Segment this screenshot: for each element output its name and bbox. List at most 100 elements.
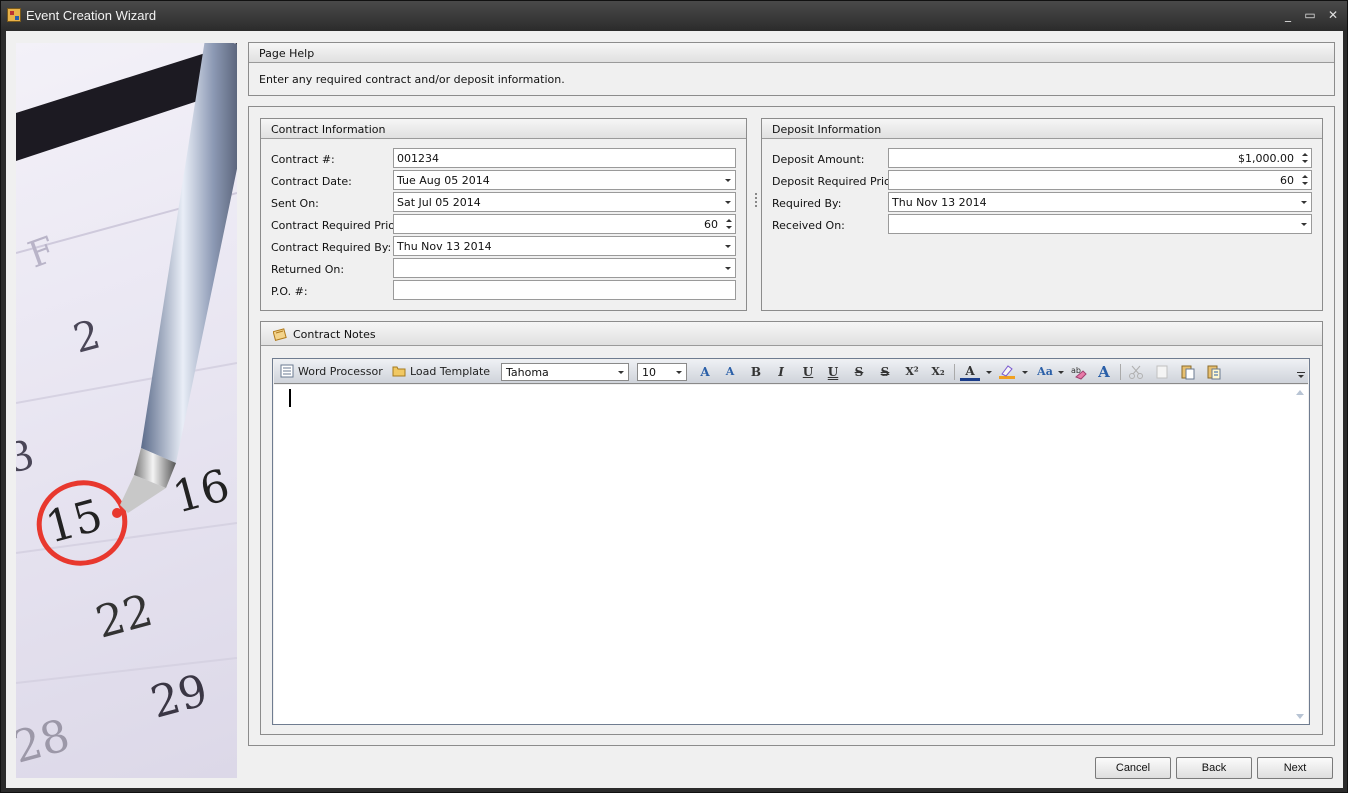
calendar-number-2: 2 — [69, 312, 105, 363]
font-size-value: 10 — [642, 366, 656, 379]
contract-date-picker[interactable]: Tue Aug 05 2014 — [393, 170, 736, 190]
paste-icon[interactable] — [1180, 364, 1196, 380]
required-by-picker[interactable]: Thu Nov 13 2014 — [888, 192, 1312, 212]
panel-splitter[interactable] — [754, 107, 758, 319]
font-dialog-icon[interactable]: A — [1094, 364, 1114, 380]
font-color-icon[interactable]: A — [960, 364, 980, 381]
cut-icon[interactable] — [1128, 364, 1144, 380]
contract-required-by-picker[interactable]: Thu Nov 13 2014 — [393, 236, 736, 256]
deposit-information-group: Deposit Information Deposit Amount: $1,0… — [761, 118, 1323, 311]
double-strikethrough-icon[interactable]: S — [875, 364, 895, 380]
contract-required-by-value: Thu Nov 13 2014 — [397, 240, 492, 253]
change-case-icon[interactable]: Aa — [1032, 364, 1058, 380]
spin-arrows-icon[interactable] — [1301, 150, 1309, 166]
window-title: Event Creation Wizard — [26, 8, 157, 23]
chevron-down-icon[interactable] — [725, 179, 731, 182]
chevron-down-icon[interactable] — [986, 371, 992, 374]
contract-notes-group: Contract Notes Word Processor Load Templ… — [260, 321, 1323, 735]
close-icon[interactable]: ✕ — [1325, 7, 1341, 23]
calendar-number-28: 28 — [16, 710, 75, 774]
sent-on-value: Sat Jul 05 2014 — [397, 196, 481, 209]
deposit-amount-value: $1,000.00 — [1238, 152, 1294, 165]
chevron-down-icon[interactable] — [1301, 223, 1307, 226]
contract-notes-title: Contract Notes — [293, 328, 376, 341]
rich-text-editor: Word Processor Load Template Tahoma 10 A… — [272, 358, 1310, 725]
calendar-number-3: 3 — [16, 432, 39, 483]
shrink-font-icon[interactable]: A — [720, 364, 740, 380]
cancel-button[interactable]: Cancel — [1095, 757, 1171, 779]
word-processor-icon — [280, 364, 294, 378]
text-caret — [289, 389, 291, 407]
editor-vertical-scrollbar[interactable] — [1293, 385, 1308, 724]
page-help-header: Page Help — [249, 43, 1334, 63]
chevron-down-icon[interactable] — [725, 201, 731, 204]
word-processor-button[interactable]: Word Processor — [280, 364, 383, 380]
deposit-required-prior-spinner[interactable]: 60 — [888, 170, 1312, 190]
paste-special-icon[interactable] — [1206, 364, 1222, 380]
chevron-down-icon[interactable] — [1301, 201, 1307, 204]
received-on-picker[interactable] — [888, 214, 1312, 234]
contract-information-header: Contract Information — [261, 119, 746, 139]
spin-arrows-icon[interactable] — [1301, 172, 1309, 188]
event-creation-wizard-window: Event Creation Wizard _ ▭ ✕ F 2 3 15 16 … — [0, 0, 1348, 793]
calendar-number-16: 16 — [168, 460, 235, 524]
calendar-pen-image: F 2 3 15 16 22 29 28 — [16, 43, 237, 778]
chevron-down-icon[interactable] — [676, 371, 682, 374]
contract-notes-editor[interactable] — [274, 385, 1308, 724]
back-button[interactable]: Back — [1176, 757, 1252, 779]
po-number-input[interactable] — [393, 280, 736, 300]
clear-formatting-icon[interactable]: ab — [1070, 364, 1088, 380]
contract-notes-header: Contract Notes — [261, 322, 1322, 346]
bold-icon[interactable]: B — [746, 364, 766, 380]
chevron-down-icon[interactable] — [618, 371, 624, 374]
returned-on-label: Returned On: — [271, 263, 345, 276]
returned-on-picker[interactable] — [393, 258, 736, 278]
copy-icon[interactable] — [1154, 364, 1170, 380]
wizard-client-area: F 2 3 15 16 22 29 28 Page Help Enter any… — [6, 31, 1343, 788]
page-help-panel: Page Help Enter any required contract an… — [248, 42, 1335, 96]
grow-font-icon[interactable]: A — [695, 364, 715, 380]
superscript-icon[interactable]: X² — [902, 364, 922, 380]
font-size-select[interactable]: 10 — [637, 363, 687, 381]
spin-arrows-icon[interactable] — [725, 216, 733, 232]
maximize-icon[interactable]: ▭ — [1302, 7, 1318, 23]
highlight-color-icon[interactable] — [998, 364, 1016, 380]
notes-icon — [273, 328, 287, 341]
strikethrough-icon[interactable]: S — [849, 364, 869, 380]
chevron-down-icon[interactable] — [1022, 371, 1028, 374]
contract-required-by-label: Contract Required By: — [271, 241, 392, 254]
title-bar: Event Creation Wizard _ ▭ ✕ — [1, 1, 1347, 30]
contract-required-prior-value: 60 — [704, 218, 718, 231]
deposit-required-prior-label: Deposit Required Prior: — [772, 175, 899, 188]
chevron-down-icon[interactable] — [725, 267, 731, 270]
scroll-down-icon[interactable] — [1296, 714, 1304, 719]
contract-number-input[interactable]: 001234 — [393, 148, 736, 168]
sent-on-label: Sent On: — [271, 197, 319, 210]
page-help-text: Enter any required contract and/or depos… — [259, 73, 565, 86]
app-icon — [7, 8, 21, 22]
minimize-icon[interactable]: _ — [1280, 7, 1296, 23]
contract-required-prior-spinner[interactable]: 60 — [393, 214, 736, 234]
chevron-down-icon[interactable] — [1058, 371, 1064, 374]
contract-number-label: Contract #: — [271, 153, 335, 166]
sent-on-picker[interactable]: Sat Jul 05 2014 — [393, 192, 736, 212]
subscript-icon[interactable]: X₂ — [928, 364, 948, 380]
word-processor-label: Word Processor — [298, 365, 383, 378]
contract-date-label: Contract Date: — [271, 175, 352, 188]
double-underline-icon[interactable]: U — [823, 364, 843, 380]
underline-icon[interactable]: U — [798, 364, 818, 380]
load-template-label: Load Template — [410, 365, 491, 378]
calendar-number-29: 29 — [146, 665, 213, 729]
chevron-down-icon[interactable] — [725, 245, 731, 248]
italic-icon[interactable]: I — [771, 364, 791, 380]
received-on-label: Received On: — [772, 219, 845, 232]
toolbar-overflow-icon[interactable] — [1297, 372, 1305, 380]
deposit-amount-spinner[interactable]: $1,000.00 — [888, 148, 1312, 168]
po-number-label: P.O. #: — [271, 285, 308, 298]
contract-information-group: Contract Information Contract #: 001234 … — [260, 118, 747, 311]
calendar-number-22: 22 — [91, 585, 158, 649]
next-button[interactable]: Next — [1257, 757, 1333, 779]
scroll-up-icon[interactable] — [1296, 390, 1304, 395]
load-template-button[interactable]: Load Template — [392, 364, 490, 380]
font-family-select[interactable]: Tahoma — [501, 363, 629, 381]
